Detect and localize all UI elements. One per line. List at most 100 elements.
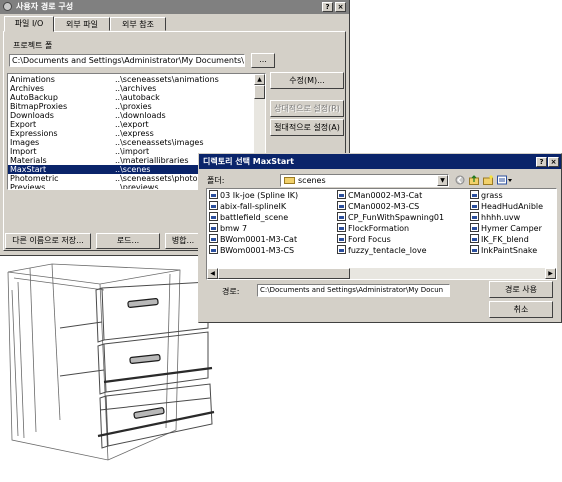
scroll-left-arrow-icon[interactable]: ◀ [207,268,218,279]
dialog-title-bar[interactable]: 디렉토리 선택 MaxStart ? × [199,154,561,169]
path-value: ..\sceneassets\photom [115,174,206,183]
file-name: 03 Ik-joe (Spline IK) [220,191,299,200]
path-row[interactable]: AutoBackup ..\autoback [8,93,255,102]
back-arrow-icon[interactable] [455,175,465,185]
choose-directory-dialog: 디렉토리 선택 MaxStart ? × 폴더: scenes ▼ 03 Ik-… [198,153,562,323]
use-path-button[interactable]: 경로 사용 [489,281,553,298]
file-name: Ford Focus [348,235,391,244]
path-name: Previews [10,183,46,190]
scroll-thumb[interactable] [218,268,350,279]
file-list[interactable]: 03 Ik-joe (Spline IK) abix-fall-splineIK b… [206,188,557,280]
close-button[interactable]: × [335,2,346,12]
file-item[interactable]: Hymer Camper [470,223,542,234]
path-name: Import [10,147,37,156]
scroll-thumb[interactable] [254,85,265,99]
file-item[interactable]: InkPaintSnake [470,245,537,256]
close-button[interactable]: × [548,157,559,167]
new-folder-icon[interactable] [483,175,493,185]
file-item[interactable]: FlockFormation [337,223,409,234]
file-item[interactable]: grass [470,190,503,201]
make-relative-button[interactable]: 상대적으로 설정(R) [270,100,344,117]
horizontal-scrollbar[interactable]: ◀ ▶ [207,268,556,279]
save-as-button[interactable]: 다른 이름으로 저장... [5,233,91,249]
path-name: Images [10,138,40,147]
file-name: abix-fall-splineIK [220,202,287,211]
path-row[interactable]: Expressions ..\express [8,129,255,138]
scroll-right-arrow-icon[interactable]: ▶ [545,268,556,279]
file-name: battlefield_scene [220,213,289,222]
file-name: BWom0001-M3-Cat [220,235,298,244]
make-absolute-button[interactable]: 절대적으로 설정(A) [270,119,344,136]
dialog-title-bar[interactable]: 사용자 경로 구성 ? × [0,0,349,14]
file-name: Hymer Camper [481,224,542,233]
file-item[interactable]: bmw 7 [209,223,247,234]
path-name: Downloads [10,111,54,120]
file-name: IK_FK_blend [481,235,529,244]
dialog-title: 사용자 경로 구성 [16,2,74,11]
file-item[interactable]: HeadHudAnible [470,201,543,212]
help-button[interactable]: ? [322,2,333,12]
path-row[interactable]: Export ..\export [8,120,255,129]
path-row[interactable]: Images ..\sceneassets\images [8,138,255,147]
modify-button[interactable]: 수정(M)... [270,72,344,89]
project-folder-field[interactable]: C:\Documents and Settings\Administrator\… [9,54,245,67]
max-file-icon [209,190,218,199]
path-row[interactable]: Downloads ..\downloads [8,111,255,120]
path-label: 경로: [222,287,240,296]
tab-external-files[interactable]: 외부 파일 [54,17,110,31]
tab-xrefs[interactable]: 외부 참조 [110,17,166,31]
path-name: Archives [10,84,45,93]
file-item[interactable]: battlefield_scene [209,212,288,223]
file-name: InkPaintSnake [481,246,538,255]
file-item[interactable]: abix-fall-splineIK [209,201,286,212]
path-row[interactable]: BitmapProxies ..\proxies [8,102,255,111]
up-folder-icon[interactable] [469,175,479,185]
path-row[interactable]: Archives ..\archives [8,84,255,93]
file-name: HeadHudAnible [481,202,544,211]
max-file-icon [470,201,479,210]
tab-file-io[interactable]: 파일 I/O [4,16,54,32]
file-item[interactable]: 03 Ik-joe (Spline IK) [209,190,298,201]
path-name: Photometric [10,174,59,183]
file-item[interactable]: hhhh.uvw [470,212,520,223]
file-item[interactable]: CMan0002-M3-Cat [337,190,422,201]
file-item[interactable]: fuzzy_tentacle_love [337,245,427,256]
load-button[interactable]: 로드... [96,233,160,249]
folder-icon [284,177,295,184]
file-item[interactable]: Ford Focus [337,234,391,245]
path-name: Export [10,120,37,129]
file-name: CMan0002-M3-CS [348,202,420,211]
drawer-cabinet-wireframe [7,263,215,461]
path-name: Animations [10,75,55,84]
cancel-button[interactable]: 취소 [489,301,553,318]
dialog-title: 디렉토리 선택 MaxStart [203,157,295,166]
file-name: CP_FunWithSpawning01 [348,213,445,222]
max-file-icon [209,201,218,210]
max-file-icon [470,245,479,254]
scroll-up-arrow-icon[interactable]: ▲ [254,74,265,85]
file-name: fuzzy_tentacle_love [348,246,427,255]
folder-combo-value: scenes [298,176,326,185]
help-button[interactable]: ? [536,157,547,167]
chevron-down-icon[interactable]: ▼ [437,175,448,186]
file-item[interactable]: BWom0001-M3-CS [209,245,294,256]
path-value: ..\express [115,129,154,138]
file-item[interactable]: CMan0002-M3-CS [337,201,419,212]
file-item[interactable]: IK_FK_blend [470,234,529,245]
path-value: ..\autoback [115,93,160,102]
path-value: ..\scenes [115,165,151,174]
folder-combo[interactable]: scenes ▼ [280,174,449,187]
view-menu-icon[interactable] [497,175,513,185]
path-field[interactable]: C:\Documents and Settings\Administrator\… [257,284,450,297]
max-file-icon [209,212,218,221]
max-file-icon [337,234,346,243]
file-name: BWom0001-M3-CS [220,246,295,255]
file-item[interactable]: CP_FunWithSpawning01 [337,212,444,223]
path-name: MaxStart [10,165,47,174]
merge-button[interactable]: 병합... [165,233,201,249]
path-value: ..\downloads [115,111,166,120]
path-row[interactable]: Animations ..\sceneassets\animations [8,75,255,84]
max-file-icon [209,223,218,232]
browse-button[interactable]: ... [251,53,275,68]
file-item[interactable]: BWom0001-M3-Cat [209,234,297,245]
